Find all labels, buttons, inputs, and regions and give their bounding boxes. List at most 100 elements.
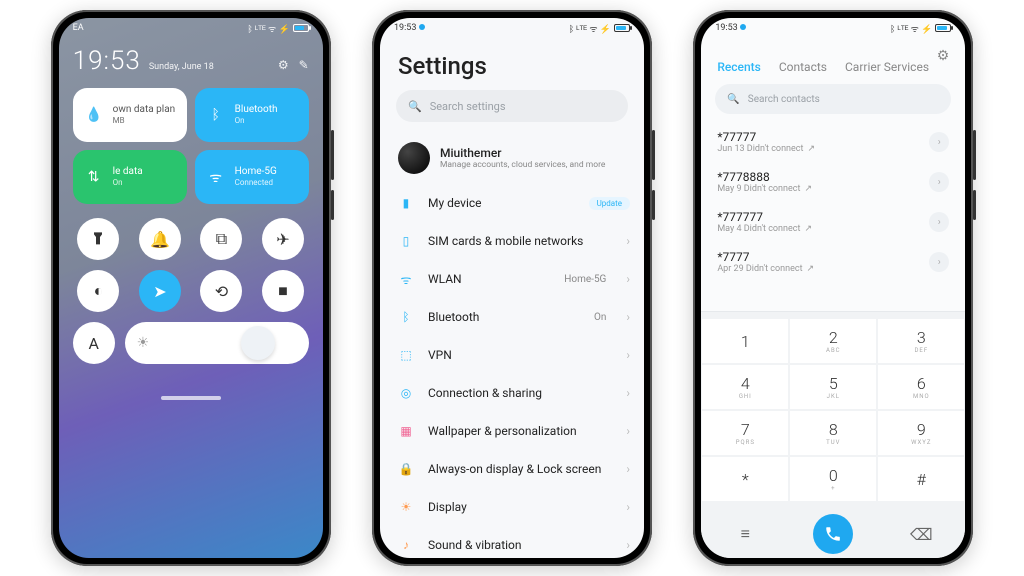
call-details-button[interactable]: ›	[929, 212, 949, 232]
status-right: ᛒ ᴸᵀᴱ ᯤ ⚡	[247, 22, 308, 35]
dial-key-2[interactable]: 2ABC	[790, 319, 876, 363]
settings-icon[interactable]: ⚙	[937, 48, 950, 64]
phone-control-center: EA ᛒ ᴸᵀᴱ ᯤ ⚡ 19:53 Sunday, June 18 ⚙ ✎ 💧…	[51, 10, 331, 566]
tile-data-plan[interactable]: 💧 own data planMB	[73, 88, 187, 142]
dial-key-1[interactable]: 1	[702, 319, 788, 363]
key-letters: GHI	[739, 393, 752, 400]
bluetooth-icon: ᛒ	[205, 104, 227, 126]
call-button[interactable]	[813, 514, 853, 554]
tile-wifi[interactable]: ᯤ Home-5GConnected	[195, 150, 309, 204]
search-placeholder: Search contacts	[748, 94, 820, 105]
key-letters: ABC	[826, 347, 841, 354]
row-icon: ▮	[398, 195, 414, 211]
key-number: *	[742, 470, 749, 489]
settings-row[interactable]: ▮ My device Update	[398, 184, 644, 222]
chevron-icon: ›	[626, 386, 630, 400]
dialer-tabs: Recents Contacts Carrier Services	[701, 48, 965, 84]
call-row[interactable]: *77777 Jun 13 Didn't connect ↗ ›	[717, 122, 949, 162]
row-value: Home-5G	[564, 274, 606, 285]
toggle-location[interactable]: ➤	[139, 270, 181, 312]
dial-key-9[interactable]: 9WXYZ	[878, 411, 964, 455]
settings-row[interactable]: ᛒ Bluetooth On›	[398, 298, 644, 336]
row-label: VPN	[428, 348, 612, 362]
battery-icon	[935, 24, 951, 32]
settings-search[interactable]: 🔍 Search settings	[396, 90, 628, 122]
dialpad: 12ABC3DEF4GHI5JKL6MNO7PQRS8TUV9WXYZ*0+#	[701, 311, 965, 510]
toggle-sound[interactable]: 🔔	[139, 218, 181, 260]
call-details-button[interactable]: ›	[929, 172, 949, 192]
row-label: WLAN	[428, 272, 550, 286]
call-number: *7777	[717, 250, 929, 264]
toggle-airplane[interactable]: ✈	[262, 218, 304, 260]
toggle-flashlight[interactable]	[77, 218, 119, 260]
call-row[interactable]: *777777 May 4 Didn't connect ↗ ›	[717, 202, 949, 242]
settings-row[interactable]: ♪ Sound & vibration ›	[398, 526, 644, 558]
dial-key-3[interactable]: 3DEF	[878, 319, 964, 363]
toggle-dark-mode[interactable]: ◐	[77, 270, 119, 312]
tile-bluetooth[interactable]: ᛒ BluetoothOn	[195, 88, 309, 142]
backspace-button[interactable]: ⌫	[910, 525, 933, 544]
panel-handle[interactable]	[161, 396, 221, 400]
key-number: 6	[917, 374, 926, 393]
settings-row[interactable]: ⬚ VPN ›	[398, 336, 644, 374]
key-letters: DEF	[914, 347, 928, 354]
row-label: My device	[428, 196, 575, 210]
settings-row[interactable]: ▦ Wallpaper & personalization ›	[398, 412, 644, 450]
call-details-button[interactable]: ›	[929, 252, 949, 272]
call-row[interactable]: *7778888 May 9 Didn't connect ↗ ›	[717, 162, 949, 202]
account-desc: Manage accounts, cloud services, and mor…	[440, 160, 605, 170]
settings-row[interactable]: ☀ Display ›	[398, 488, 644, 526]
tab-contacts[interactable]: Contacts	[779, 60, 827, 74]
dial-key-8[interactable]: 8TUV	[790, 411, 876, 455]
account-row[interactable]: Miuithemer Manage accounts, cloud servic…	[380, 132, 644, 184]
key-number: 3	[917, 328, 926, 347]
settings-list: ▮ My device Update▯ SIM cards & mobile n…	[380, 184, 644, 558]
slider-knob[interactable]	[241, 326, 275, 360]
tile-mobile-data[interactable]: ⇅ le dataOn	[73, 150, 187, 204]
dial-key-7[interactable]: 7PQRS	[702, 411, 788, 455]
settings-row[interactable]: 🔒 Always-on display & Lock screen ›	[398, 450, 644, 488]
status-bar: 19:53 ᛒ ᴸᵀᴱ ᯤ ⚡	[380, 18, 644, 38]
toggle-font[interactable]: A	[73, 322, 115, 364]
settings-row[interactable]: ▯ SIM cards & mobile networks ›	[398, 222, 644, 260]
toggle-screenshot[interactable]: ⧉	[200, 218, 242, 260]
menu-button[interactable]: ≡	[741, 524, 750, 544]
call-meta: Jun 13 Didn't connect ↗	[717, 144, 929, 154]
call-number: *777777	[717, 210, 929, 224]
status-right: ᛒ ᴸᵀᴱ ᯤ ⚡	[569, 22, 630, 35]
row-icon: ☀	[398, 499, 414, 515]
row-icon: ◎	[398, 385, 414, 401]
dial-key-0[interactable]: 0+	[790, 457, 876, 501]
contacts-search[interactable]: 🔍 Search contacts	[715, 84, 951, 114]
row-icon: 🔒	[398, 461, 414, 477]
brightness-slider[interactable]: ☀	[125, 322, 309, 364]
data-icon: ⇅	[83, 166, 105, 188]
key-letters: PQRS	[736, 439, 755, 446]
settings-row[interactable]: ᯤ WLAN Home-5G›	[398, 260, 644, 298]
chevron-icon: ›	[626, 348, 630, 362]
key-number: 1	[741, 332, 750, 351]
call-row[interactable]: *7777 Apr 29 Didn't connect ↗ ›	[717, 242, 949, 282]
wifi-icon: ᯤ	[205, 166, 227, 188]
battery-icon	[614, 24, 630, 32]
settings-row[interactable]: ◎ Connection & sharing ›	[398, 374, 644, 412]
dial-key-*[interactable]: *	[702, 457, 788, 501]
dial-key-6[interactable]: 6MNO	[878, 365, 964, 409]
key-number: 0	[829, 466, 838, 485]
dial-key-#[interactable]: #	[878, 457, 964, 501]
edit-icon[interactable]: ✎	[299, 58, 309, 72]
toggle-rotate[interactable]: ⟲	[200, 270, 242, 312]
toggle-record[interactable]: ■	[262, 270, 304, 312]
clock-date: Sunday, June 18	[149, 62, 270, 72]
tab-carrier[interactable]: Carrier Services	[845, 60, 929, 74]
settings-icon[interactable]: ⚙	[278, 58, 289, 72]
search-icon: 🔍	[727, 94, 739, 105]
call-details-button[interactable]: ›	[929, 132, 949, 152]
key-number: 5	[829, 374, 838, 393]
dial-key-5[interactable]: 5JKL	[790, 365, 876, 409]
tab-recents[interactable]: Recents	[717, 60, 761, 74]
status-bar: EA ᛒ ᴸᵀᴱ ᯤ ⚡	[59, 18, 323, 38]
chevron-icon: ›	[626, 424, 630, 438]
row-icon: ᛒ	[398, 309, 414, 325]
dial-key-4[interactable]: 4GHI	[702, 365, 788, 409]
